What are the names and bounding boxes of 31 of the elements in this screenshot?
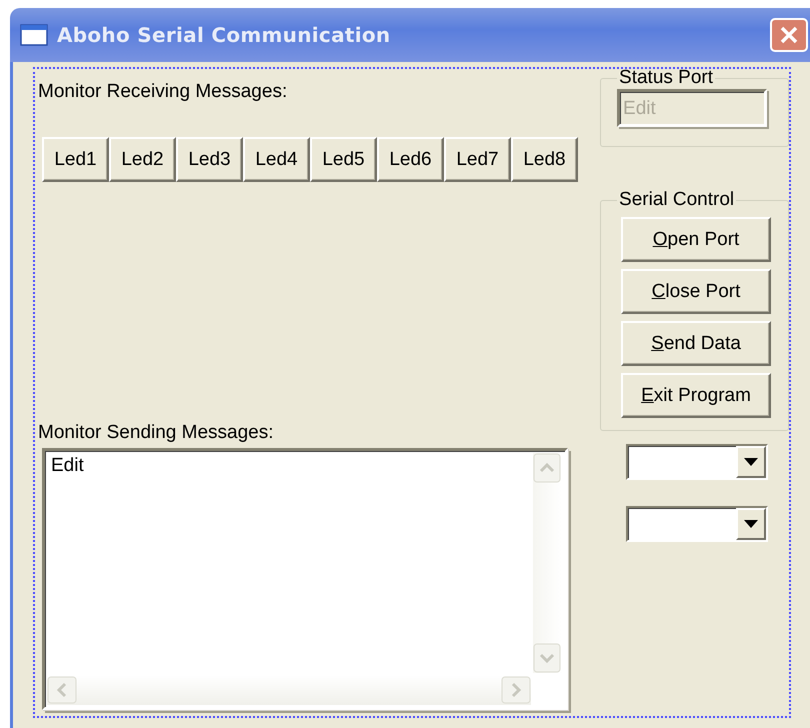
led-button[interactable]: Led3	[176, 137, 243, 182]
scroll-right-icon[interactable]	[501, 676, 531, 704]
serial-control-button[interactable]: Exit Program	[621, 373, 772, 418]
text-area-value: Edit	[51, 455, 84, 477]
dropdown[interactable]	[626, 444, 768, 480]
vertical-scrollbar[interactable]	[533, 453, 563, 673]
group-title: Serial Control	[618, 189, 736, 211]
led-button[interactable]: Led4	[243, 137, 310, 182]
led-button[interactable]: Led7	[444, 137, 511, 182]
send-text-area[interactable]: Edit	[42, 448, 568, 710]
scroll-up-icon[interactable]	[533, 453, 561, 483]
horizontal-scrollbar[interactable]	[47, 675, 531, 705]
window-title: Aboho Serial Communication	[57, 23, 392, 47]
group-title: Status Port	[618, 67, 714, 89]
led-button[interactable]: Led1	[42, 137, 109, 182]
led-button[interactable]: Led6	[377, 137, 444, 182]
scroll-down-icon[interactable]	[533, 643, 561, 673]
dropdown[interactable]	[626, 506, 768, 542]
serial-control-button[interactable]: Close Port	[621, 269, 772, 314]
window-icon	[20, 24, 48, 46]
scroll-left-icon[interactable]	[47, 676, 77, 704]
receive-label: Monitor Receiving Messages:	[38, 80, 288, 104]
led-button[interactable]: Led2	[109, 137, 176, 182]
send-label: Monitor Sending Messages:	[38, 421, 274, 445]
dropdown-arrow-icon	[744, 520, 758, 528]
dropdown-arrow-icon	[744, 458, 758, 466]
led-button[interactable]: Led8	[511, 137, 578, 182]
serial-control-button[interactable]: Open Port	[621, 217, 772, 262]
led-button[interactable]: Led5	[310, 137, 377, 182]
serial-control-button[interactable]: Send Data	[621, 321, 772, 366]
close-button[interactable]	[770, 18, 808, 52]
